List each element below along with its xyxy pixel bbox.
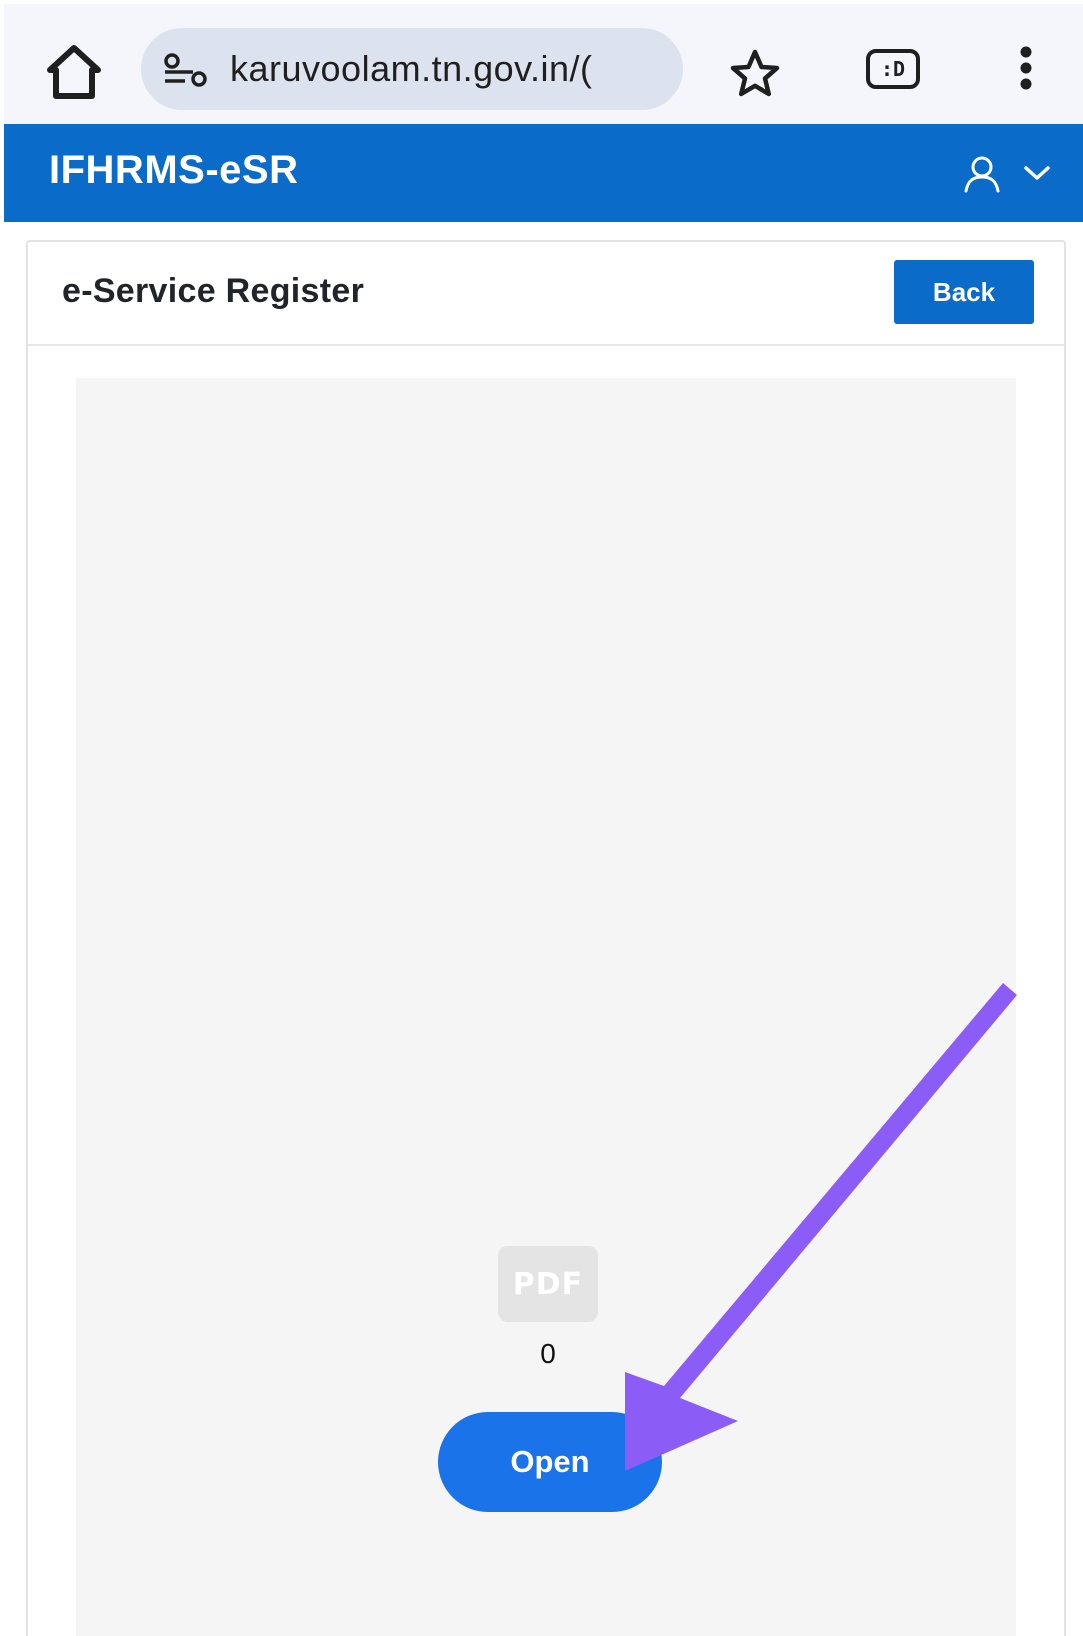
more-vert-icon — [1020, 46, 1032, 90]
tab-switcher-icon: :D — [880, 57, 906, 81]
card-header: e-Service Register Back — [28, 242, 1064, 346]
service-register-card: e-Service Register Back PDF 0 Open — [26, 240, 1066, 1636]
home-button[interactable] — [42, 40, 106, 104]
pdf-viewer: PDF 0 Open — [76, 378, 1016, 1636]
url-text[interactable]: karuvoolam.tn.gov.in/( — [230, 46, 593, 92]
tab-switcher-button[interactable]: :D — [866, 49, 920, 89]
pdf-icon: PDF — [498, 1246, 598, 1322]
address-bar[interactable]: karuvoolam.tn.gov.in/( — [141, 28, 683, 110]
user-icon[interactable] — [962, 154, 1002, 194]
chevron-down-icon[interactable] — [1022, 160, 1052, 186]
app-header: IFHRMS-eSR — [4, 124, 1083, 222]
browser-menu-button[interactable] — [1009, 46, 1043, 94]
page-count: 0 — [540, 1338, 556, 1369]
app-title: IFHRMS-eSR — [49, 148, 299, 192]
home-icon — [47, 45, 101, 99]
site-info-icon[interactable] — [163, 53, 209, 87]
open-button[interactable]: Open — [438, 1412, 662, 1512]
star-icon — [730, 49, 780, 97]
browser-toolbar: karuvoolam.tn.gov.in/( :D — [4, 4, 1083, 124]
bookmark-button[interactable] — [726, 46, 784, 102]
page: karuvoolam.tn.gov.in/( :D IFHRMS-eSR e-S… — [0, 0, 1083, 1636]
page-title: e-Service Register — [62, 272, 365, 310]
pdf-icon-label: PDF — [512, 1266, 584, 1302]
back-button[interactable]: Back — [894, 260, 1034, 324]
